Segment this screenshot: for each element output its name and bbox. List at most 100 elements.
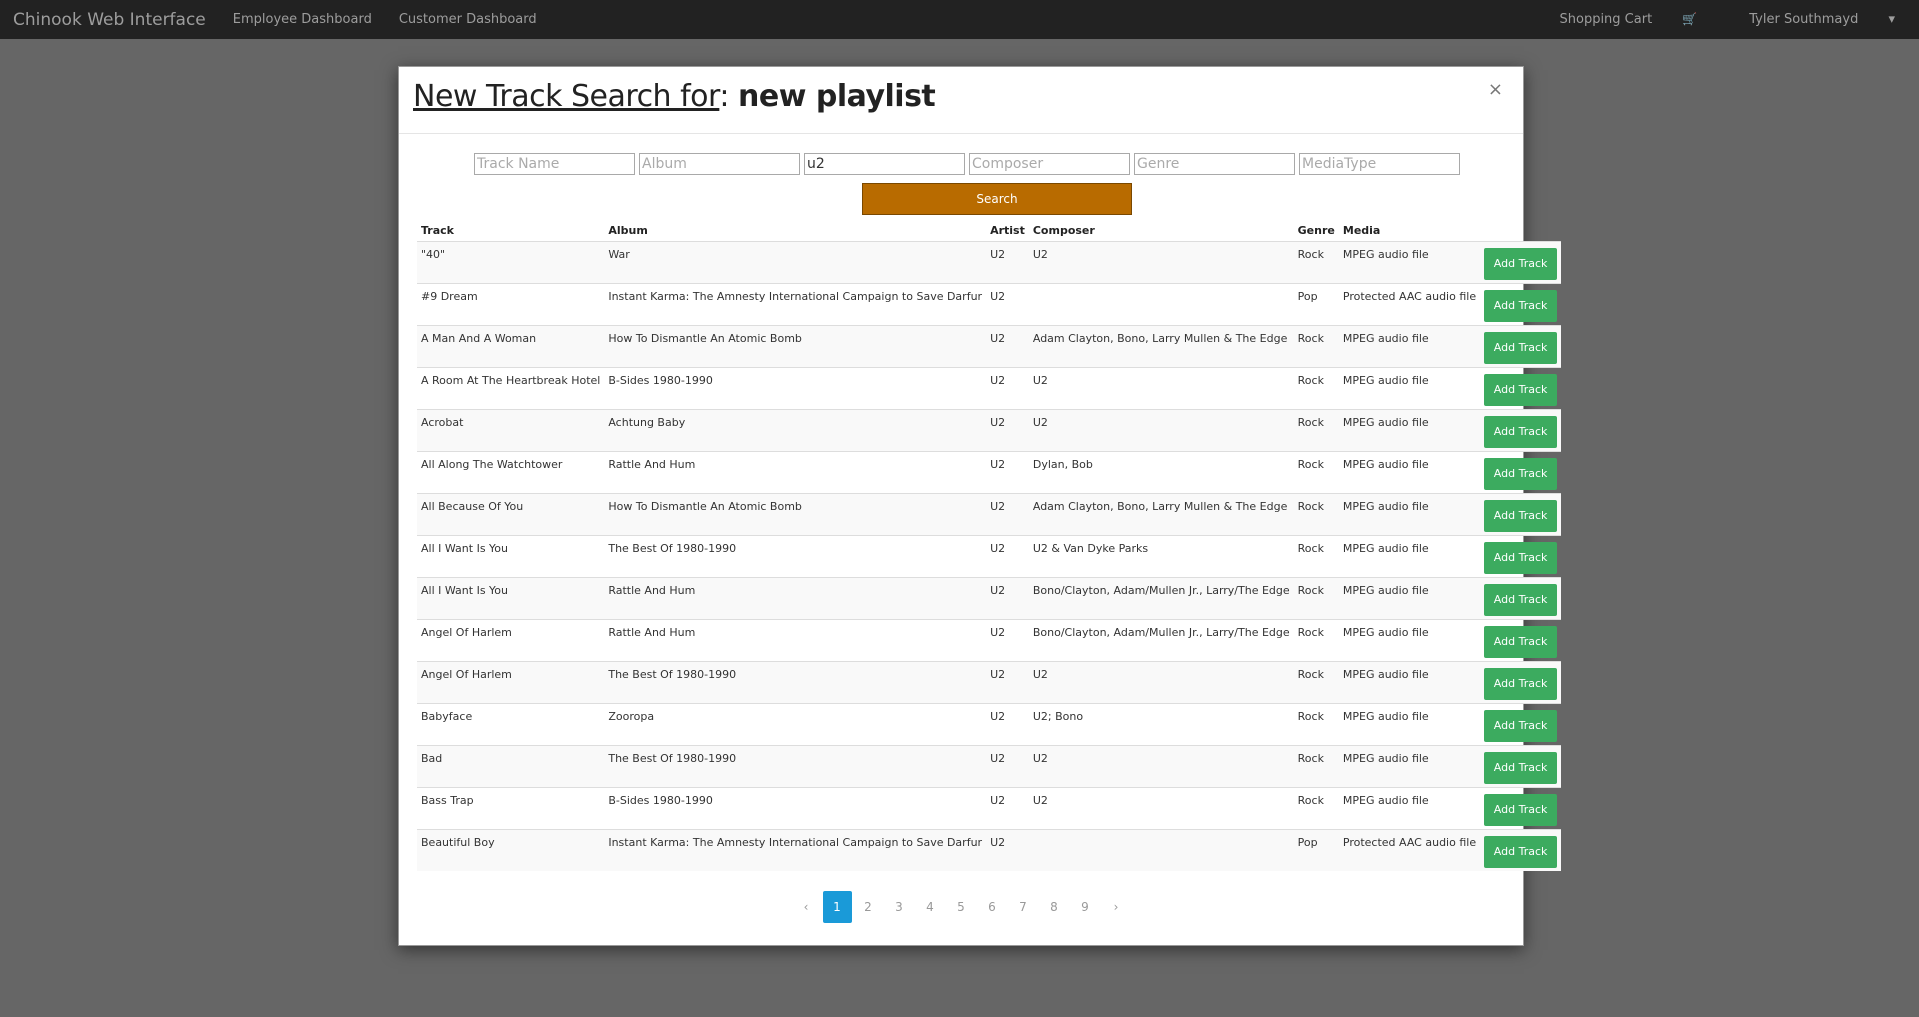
cell-album: Instant Karma: The Amnesty International…: [604, 829, 987, 871]
cell-media: MPEG audio file: [1338, 661, 1481, 704]
cell-genre: Rock: [1293, 703, 1339, 746]
add-track-button[interactable]: Add Track: [1484, 710, 1558, 742]
col-album: Album: [604, 217, 987, 242]
cell-genre: Rock: [1293, 787, 1339, 830]
add-track-button[interactable]: Add Track: [1484, 836, 1558, 868]
modal-title: New Track Search for: new playlist: [413, 79, 936, 114]
cell-composer: Adam Clayton, Bono, Larry Mullen & The E…: [1028, 493, 1294, 536]
cell-album: The Best Of 1980-1990: [604, 745, 987, 788]
modal-header: New Track Search for: new playlist ×: [399, 67, 1523, 134]
add-track-button[interactable]: Add Track: [1484, 626, 1558, 658]
cell-genre: Rock: [1293, 535, 1339, 578]
page-8-button[interactable]: 8: [1040, 891, 1069, 923]
add-track-button[interactable]: Add Track: [1484, 248, 1558, 280]
page-9-button[interactable]: 9: [1071, 891, 1100, 923]
cell-artist: U2: [986, 493, 1029, 536]
page-4-button[interactable]: 4: [916, 891, 945, 923]
table-row: All I Want Is You The Best Of 1980-1990 U2…: [417, 535, 1562, 578]
user-menu[interactable]: Tyler Southmayd ▾: [1723, 12, 1895, 27]
caret-down-icon: ▾: [1888, 12, 1895, 27]
cell-artist: U2: [986, 577, 1029, 620]
search-button[interactable]: Search: [862, 183, 1132, 215]
prev-page-button[interactable]: ‹: [792, 891, 821, 923]
page-5-button[interactable]: 5: [947, 891, 976, 923]
track-name-input[interactable]: [474, 153, 635, 175]
cell-action: Add Track: [1480, 493, 1562, 536]
cell-action: Add Track: [1480, 535, 1562, 578]
table-row: Bass Trap B-Sides 1980-1990 U2 U2 Rock MPEG a…: [417, 787, 1562, 830]
cell-track: Bad: [417, 745, 605, 788]
add-track-button[interactable]: Add Track: [1484, 500, 1558, 532]
cell-artist: U2: [986, 661, 1029, 704]
shopping-cart-link[interactable]: Shopping Cart 🛒: [1534, 12, 1698, 27]
nav-customer-dashboard[interactable]: Customer Dashboard: [399, 12, 537, 27]
add-track-button[interactable]: Add Track: [1484, 752, 1558, 784]
add-track-button[interactable]: Add Track: [1484, 542, 1558, 574]
page-1-button[interactable]: 1: [822, 891, 852, 923]
media-type-input[interactable]: [1299, 153, 1460, 175]
table-row: Acrobat Achtung Baby U2 U2 Rock MPEG audio fi…: [417, 409, 1562, 452]
modal-title-prefix: New Track Search for: [413, 79, 720, 114]
pagination: ‹ 1 2 3 4 5 6 7 8 9 ›: [399, 891, 1523, 923]
cell-artist: U2: [986, 703, 1029, 746]
page-2-button[interactable]: 2: [854, 891, 883, 923]
cell-track: A Room At The Heartbreak Hotel: [417, 367, 605, 410]
shopping-cart-icon: 🛒: [1682, 12, 1698, 26]
cell-artist: U2: [986, 745, 1029, 788]
add-track-button[interactable]: Add Track: [1484, 290, 1558, 322]
add-track-button[interactable]: Add Track: [1484, 584, 1558, 616]
cell-genre: Rock: [1293, 241, 1339, 284]
table-row: All Along The Watchtower Rattle And Hum U2…: [417, 451, 1562, 494]
modal-backdrop: New Track Search for: new playlist × Sea…: [0, 39, 1919, 1017]
cell-track: Angel Of Harlem: [417, 661, 605, 704]
table-row: #9 Dream Instant Karma: The Amnesty Inter…: [417, 283, 1562, 326]
cell-genre: Rock: [1293, 619, 1339, 662]
cell-composer: U2; Bono: [1028, 703, 1294, 746]
cell-genre: Rock: [1293, 409, 1339, 452]
page-3-button[interactable]: 3: [885, 891, 914, 923]
cell-media: MPEG audio file: [1338, 241, 1481, 284]
add-track-button[interactable]: Add Track: [1484, 458, 1558, 490]
table-row: "40" War U2 U2 Rock MPEG audio file Add Track: [417, 241, 1562, 284]
add-track-button[interactable]: Add Track: [1484, 794, 1558, 826]
album-input[interactable]: [639, 153, 800, 175]
cell-album: B-Sides 1980-1990: [604, 787, 987, 830]
close-icon[interactable]: ×: [1488, 79, 1503, 100]
add-track-button[interactable]: Add Track: [1484, 374, 1558, 406]
page-7-button[interactable]: 7: [1009, 891, 1038, 923]
col-artist: Artist: [986, 217, 1029, 242]
genre-input[interactable]: [1134, 153, 1295, 175]
composer-input[interactable]: [969, 153, 1130, 175]
artist-input[interactable]: [804, 153, 965, 175]
cell-action: Add Track: [1480, 283, 1562, 326]
cell-media: MPEG audio file: [1338, 409, 1481, 452]
add-track-button[interactable]: Add Track: [1484, 332, 1558, 364]
cell-track: All I Want Is You: [417, 535, 605, 578]
cell-genre: Rock: [1293, 451, 1339, 494]
cell-composer: Bono/Clayton, Adam/Mullen Jr., Larry/The…: [1028, 577, 1294, 620]
cell-composer: [1028, 283, 1294, 326]
table-row: Angel Of Harlem The Best Of 1980-1990 U2 U2…: [417, 661, 1562, 704]
cell-artist: U2: [986, 535, 1029, 578]
cell-artist: U2: [986, 829, 1029, 871]
cell-composer: U2 & Van Dyke Parks: [1028, 535, 1294, 578]
page-6-button[interactable]: 6: [978, 891, 1007, 923]
table-row: Beautiful Boy Instant Karma: The Amnesty …: [417, 829, 1562, 871]
brand-link[interactable]: Chinook Web Interface: [13, 10, 206, 30]
cell-artist: U2: [986, 787, 1029, 830]
top-navbar: Chinook Web Interface Employee Dashboard…: [0, 0, 1919, 39]
nav-employee-dashboard[interactable]: Employee Dashboard: [233, 12, 372, 27]
cell-media: MPEG audio file: [1338, 619, 1481, 662]
add-track-button[interactable]: Add Track: [1484, 416, 1558, 448]
cell-composer: Dylan, Bob: [1028, 451, 1294, 494]
col-composer: Composer: [1028, 217, 1294, 242]
col-action: [1480, 217, 1562, 242]
cell-genre: Rock: [1293, 367, 1339, 410]
cell-genre: Pop: [1293, 283, 1339, 326]
cell-action: Add Track: [1480, 829, 1562, 871]
cell-media: MPEG audio file: [1338, 787, 1481, 830]
next-page-button[interactable]: ›: [1102, 891, 1131, 923]
add-track-button[interactable]: Add Track: [1484, 668, 1558, 700]
user-name: Tyler Southmayd: [1749, 12, 1859, 27]
cell-action: Add Track: [1480, 745, 1562, 788]
